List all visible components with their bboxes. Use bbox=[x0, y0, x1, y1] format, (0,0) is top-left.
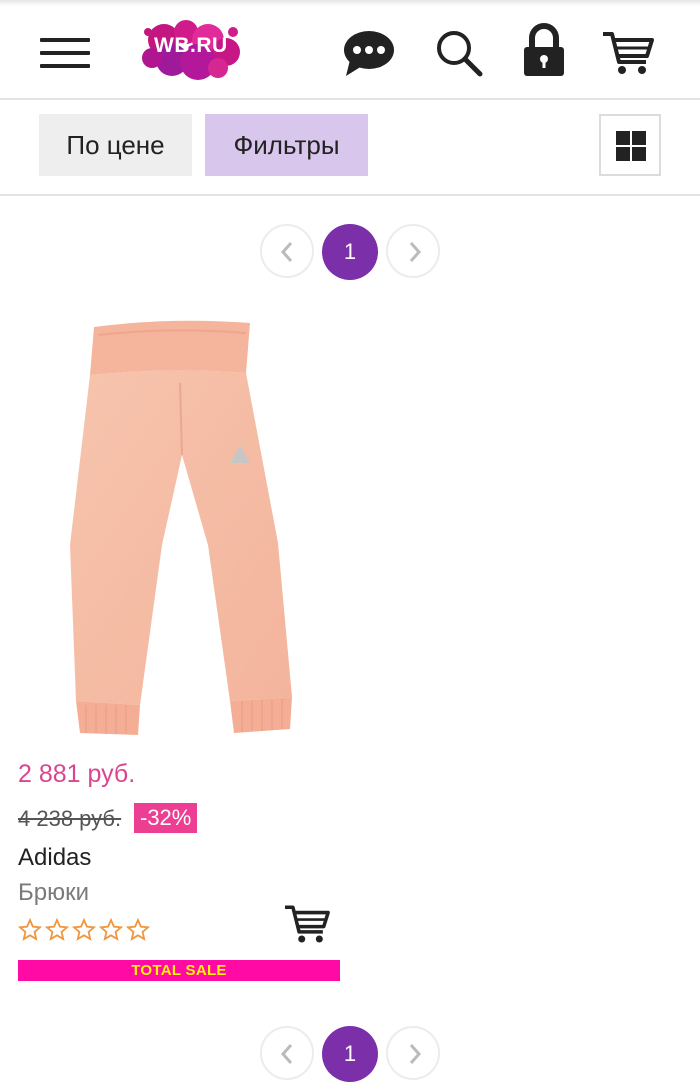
sort-by-price-button[interactable]: По цене bbox=[39, 114, 192, 176]
next-page-button[interactable] bbox=[386, 224, 440, 278]
chat-icon[interactable] bbox=[340, 26, 396, 82]
logo-text: WB.RU bbox=[154, 34, 228, 57]
discount-badge: -32% bbox=[134, 803, 198, 833]
product-brand[interactable]: Adidas bbox=[18, 844, 91, 872]
search-icon[interactable] bbox=[432, 26, 488, 82]
grid-view-button[interactable] bbox=[599, 114, 661, 176]
chevron-left-icon bbox=[280, 242, 293, 262]
page-number-current[interactable]: 1 bbox=[322, 1026, 378, 1082]
pants-image bbox=[70, 320, 292, 735]
page-number-current[interactable]: 1 bbox=[322, 224, 378, 280]
filter-bar: По цене Фильтры bbox=[0, 100, 700, 196]
star-icon[interactable] bbox=[18, 918, 42, 942]
product-price: 2 881 руб. bbox=[18, 760, 136, 788]
add-to-cart-button[interactable] bbox=[282, 902, 332, 946]
cart-icon[interactable] bbox=[600, 26, 656, 82]
chevron-right-icon bbox=[409, 242, 422, 262]
sale-banner: TOTAL SALE bbox=[18, 960, 340, 981]
prev-page-button[interactable] bbox=[260, 224, 314, 278]
product-old-price: 4 238 руб. bbox=[18, 806, 122, 831]
prev-page-button[interactable] bbox=[260, 1026, 314, 1080]
next-page-button[interactable] bbox=[386, 1026, 440, 1080]
header: WB.RU bbox=[0, 0, 700, 100]
star-icon[interactable] bbox=[126, 918, 150, 942]
product-type: Брюки bbox=[18, 879, 90, 906]
star-icon[interactable] bbox=[99, 918, 123, 942]
filters-button[interactable]: Фильтры bbox=[205, 114, 368, 176]
product-image[interactable] bbox=[40, 305, 320, 745]
lock-icon[interactable] bbox=[516, 22, 572, 78]
chevron-left-icon bbox=[280, 1044, 293, 1064]
pagination-bottom: 1 bbox=[260, 1026, 442, 1084]
star-icon[interactable] bbox=[45, 918, 69, 942]
cart-icon bbox=[285, 905, 330, 943]
menu-icon[interactable] bbox=[40, 38, 90, 70]
logo[interactable]: WB.RU bbox=[138, 18, 244, 82]
pagination-top: 1 bbox=[260, 224, 442, 282]
star-icon[interactable] bbox=[72, 918, 96, 942]
chevron-right-icon bbox=[409, 1044, 422, 1064]
